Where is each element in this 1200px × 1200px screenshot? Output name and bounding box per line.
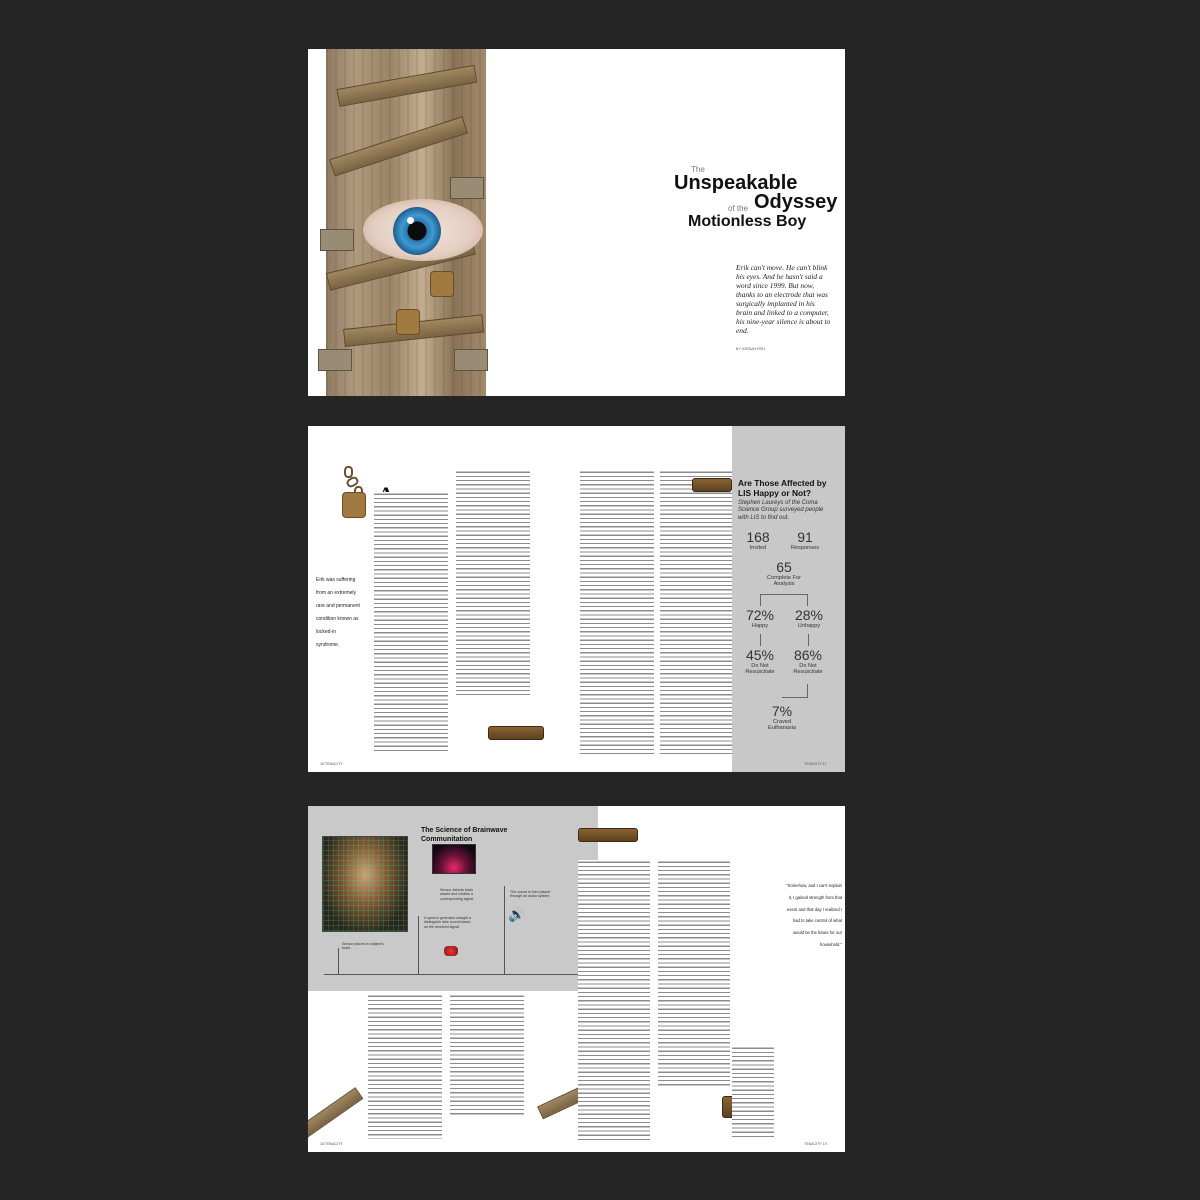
connector-line (782, 684, 808, 698)
iris (393, 207, 441, 255)
stat-value: 168 (746, 529, 770, 545)
body-column (456, 470, 530, 695)
stat-label: Craved Euthanasia (768, 719, 796, 731)
stat-label: Do Not Resuscitate (793, 663, 823, 675)
scan-grid (323, 837, 407, 931)
spread-science: The Science of Brainwave Communitation S… (308, 806, 845, 1152)
stat-value: 72% (745, 607, 775, 623)
stat-value: 91 (797, 529, 813, 545)
wood-plank (308, 1087, 364, 1139)
hinge (450, 177, 484, 199)
body-column (658, 860, 730, 1086)
connector-line (760, 634, 761, 646)
spread-article: A Erik was suffering from an extremely r… (308, 426, 845, 772)
body-column (374, 470, 448, 755)
folio-left: 18 TENACITY (320, 1142, 343, 1146)
caption-detects: Sensor detects brain waves and creates a… (440, 888, 475, 901)
bolt-latch (578, 828, 638, 842)
body-column (732, 1046, 774, 1138)
stat-craved: 7% Craved Euthanasia (764, 703, 800, 732)
caption-speech: A speech generator straight a distinguis… (424, 916, 471, 929)
stat-dnr-unhappy: 86% Do Not Resuscitate (788, 647, 828, 676)
title-line2: Odyssey (754, 191, 838, 213)
bolt-latch (488, 726, 544, 740)
title-line1: Unspeakable (674, 172, 798, 194)
stat-label: Happy (751, 623, 769, 629)
glint (407, 217, 414, 224)
timeline-tick (504, 886, 505, 974)
spread-opening: The Unspeakable of the Odyssey Motionles… (308, 49, 845, 396)
body-column (368, 994, 442, 1139)
stat-value: 7% (771, 703, 793, 719)
padlock (430, 271, 454, 297)
timeline-tick (418, 916, 419, 974)
stat-unhappy: 28% Unhappy (792, 607, 826, 630)
stat-label: Invited (749, 545, 767, 551)
padlock (396, 309, 420, 335)
folio-right: TENACITY 17 (804, 762, 827, 766)
body-column (578, 860, 650, 1140)
stat-label: Responses (791, 545, 819, 551)
stat-label: Do Not Resuscitate (745, 663, 775, 675)
sidebar-title: Are Those Affected by LIS Happy or Not? (738, 478, 827, 498)
stat-label: Unhappy (797, 623, 821, 629)
stat-value: 65 (776, 559, 792, 575)
body-column (450, 994, 524, 1116)
stat-value: 28% (794, 607, 824, 623)
bolt-latch (692, 478, 732, 492)
stat-value: 86% (793, 647, 823, 663)
timeline-line (324, 974, 586, 975)
timeline-tick (338, 948, 339, 974)
hinge (318, 349, 352, 371)
hinge (454, 349, 488, 371)
signal-image (432, 844, 476, 874)
byline: BY JORDAN FISH (736, 347, 765, 351)
title-line3: Motionless Boy (688, 213, 807, 230)
stat-invited: 168 Invited (744, 529, 772, 552)
padlock (342, 492, 366, 518)
caption-sensor: Sensor placed in subject's brain. (342, 942, 384, 951)
speaker-icon: 🔊 (508, 906, 526, 922)
infographic-title: The Science of Brainwave Communitation (421, 827, 508, 843)
folio-left: 16 TENACITY (320, 762, 343, 766)
eye-illustration (363, 199, 483, 261)
headphones-icon (444, 946, 458, 956)
pull-quote: "Somehow, and I can't explain it, I gain… (786, 883, 842, 947)
caption-sound: The sound is then played through an audi… (510, 890, 551, 899)
body-column (580, 470, 654, 755)
stat-responses: 91 Responses (788, 529, 822, 552)
brain-scan-image (322, 836, 408, 932)
connector-line (808, 634, 809, 646)
stat-value: 45% (745, 647, 775, 663)
body-column (660, 470, 732, 755)
connector-line (760, 594, 808, 606)
article-deck: Erik can't move. He can't blink his eyes… (736, 263, 831, 335)
stat-complete: 65 Complete For Analysis (760, 559, 808, 588)
hinge (320, 229, 354, 251)
stat-label: Complete For Analysis (767, 575, 801, 587)
stat-happy: 72% Happy (744, 607, 776, 630)
pull-quote: Erik was suffering from an extremely rar… (316, 577, 360, 648)
folio-right: TENACITY 19 (804, 1142, 827, 1146)
stat-dnr-happy: 45% Do Not Resuscitate (740, 647, 780, 676)
sidebar-subtitle: Stephen Laureys of the Coma Science Grou… (738, 500, 824, 521)
